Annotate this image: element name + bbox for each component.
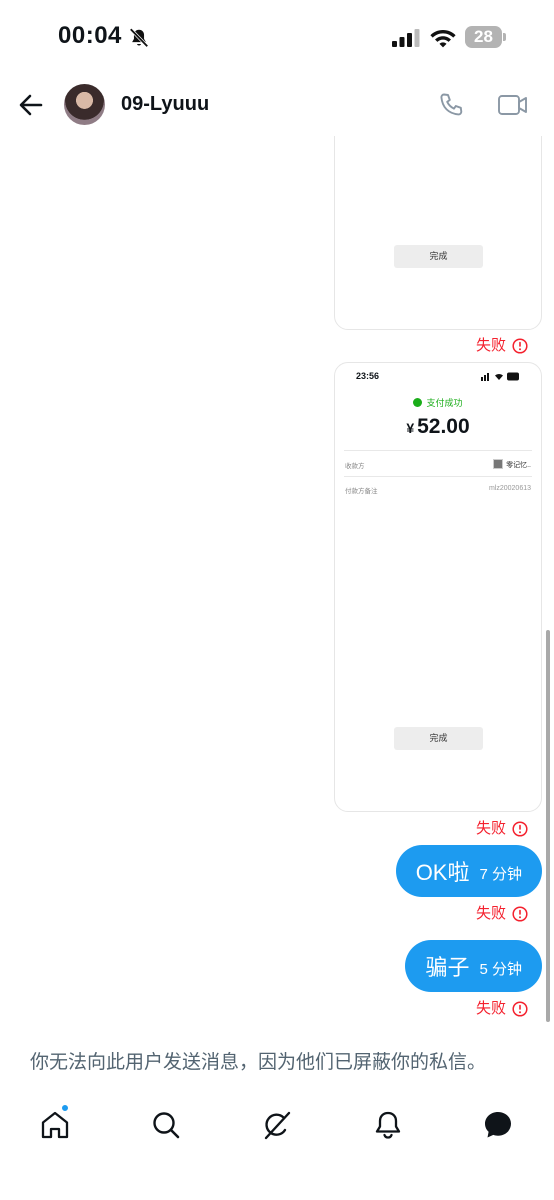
avatar[interactable] [64,84,105,125]
video-camera-icon[interactable] [497,91,529,119]
send-failed-status[interactable]: 失败 [476,904,528,924]
home-icon[interactable] [38,1108,72,1142]
wifi-icon [430,30,456,48]
failed-label: 失败 [475,1000,506,1017]
divider [344,450,532,451]
payment-amount: ¥52.00 [406,415,470,438]
info-circle-icon[interactable] [512,1001,528,1017]
bottom-tab-bar [0,1096,554,1156]
scrollbar[interactable] [546,630,550,1022]
failed-label: 失败 [475,820,506,837]
grok-icon[interactable] [260,1108,294,1142]
note-label: 付款方备注 [345,488,378,495]
payee-avatar [493,459,504,469]
back-arrow-icon[interactable] [14,88,48,122]
send-failed-status[interactable]: 失败 [476,819,528,839]
payee-value: 零记忆.. [493,459,531,470]
home-indicator [206,1180,348,1185]
message-bubble[interactable]: OK啦 7 分钟 [395,845,542,897]
messages-icon[interactable] [481,1108,515,1142]
status-bar: 00:04 28 [0,0,554,74]
note-value: mlz20020613 [488,485,531,492]
failed-label: 失败 [475,905,506,922]
username[interactable]: 09-Lyuuu [121,93,209,116]
message-bubble[interactable]: 骗子 5 分钟 [405,940,542,992]
notification-dot [61,1104,69,1112]
message-time: 5 分钟 [479,960,522,978]
message-time: 7 分钟 [479,865,522,883]
divider [344,476,532,477]
bell-slash-icon [129,28,149,48]
failed-label: 失败 [475,337,506,354]
image-message[interactable]: 完成 [334,136,542,330]
battery-icon: 28 [465,26,506,48]
info-circle-icon[interactable] [512,821,528,837]
payment-success-label: 支付成功 [335,396,541,409]
battery-level: 28 [474,27,493,46]
message-text: OK啦 [415,860,470,885]
info-circle-icon[interactable] [512,906,528,922]
done-button: 完成 [394,245,483,268]
send-failed-status[interactable]: 失败 [476,999,528,1019]
message-text: 骗子 [425,955,470,980]
payee-label: 收款方 [345,463,365,470]
status-time: 00:04 [58,22,122,49]
screenshot-status-icons [481,372,519,381]
image-message[interactable]: 23:56 支付成功 ¥52.00 收款方 零记忆.. 付款方备注 mlz200… [334,362,542,812]
conversation-header: 09-Lyuuu [0,74,554,136]
done-button: 完成 [394,727,483,750]
bell-icon[interactable] [371,1108,405,1142]
message-list[interactable]: 完成 失败 23:56 支付成功 ¥52.00 收款方 零记忆.. 付款方备注 … [0,136,554,1032]
screenshot-time: 23:56 [356,371,380,381]
phone-icon[interactable] [437,91,465,119]
signal-icon [392,29,420,47]
search-icon[interactable] [149,1108,183,1142]
info-circle-icon[interactable] [512,338,528,354]
blocked-notice: 你无法向此用户发送消息，因为他们已屏蔽你的私信。 [30,1052,487,1073]
check-circle-icon [413,398,423,407]
send-failed-status[interactable]: 失败 [476,336,528,356]
